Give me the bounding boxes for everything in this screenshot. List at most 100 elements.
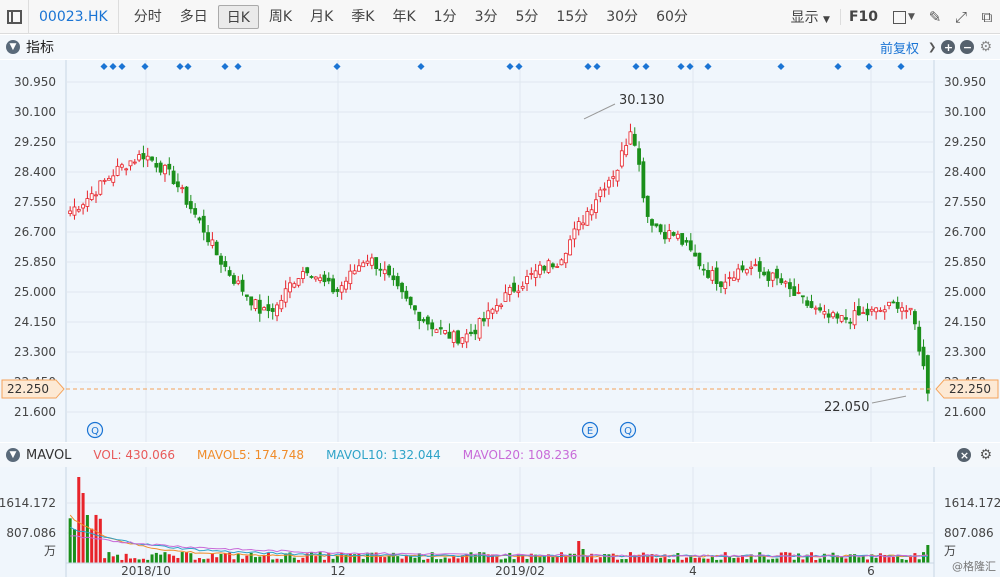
candle-body — [736, 268, 741, 280]
candle-body — [671, 232, 676, 236]
volume-bar — [861, 556, 865, 563]
candle-body — [619, 150, 624, 167]
volume-close-icon[interactable]: × — [957, 448, 972, 462]
candle-body — [150, 156, 154, 161]
candle-body — [925, 355, 930, 394]
volume-bar — [594, 559, 598, 563]
period-tab[interactable]: 30分 — [598, 5, 646, 29]
volume-bar — [771, 558, 775, 563]
volume-bar — [641, 552, 645, 563]
candle-body — [917, 326, 922, 352]
sidebar-toggle-icon[interactable] — [0, 0, 28, 34]
settings-icon[interactable]: ⚙ — [979, 39, 992, 55]
adjust-dropdown[interactable]: 前复权 — [880, 38, 919, 57]
volume-bar — [598, 557, 602, 563]
candle-body — [102, 179, 107, 182]
volume-bar — [85, 515, 89, 563]
price-tick-left: 28.400 — [14, 165, 56, 179]
candlestick-chart[interactable]: 30.950 30.950 30.100 30.100 29.250 29.250 28.4… — [0, 60, 1000, 442]
period-tab[interactable]: 日K — [217, 4, 259, 29]
candle-body — [589, 209, 594, 216]
candle-body — [365, 260, 370, 264]
remove-icon[interactable]: − — [960, 40, 975, 54]
volume-bar — [154, 552, 158, 563]
volume-bar — [331, 558, 335, 563]
period-tab[interactable]: 分时 — [126, 5, 170, 29]
period-tab[interactable]: 年K — [384, 5, 423, 29]
volume-bar — [241, 558, 245, 563]
high-price-label: 30.130 — [619, 93, 665, 108]
signal-marker — [118, 62, 126, 71]
candle-body — [727, 277, 732, 279]
candle-body — [400, 282, 404, 293]
candle-body — [119, 164, 124, 168]
stock-code[interactable]: 00023.HK — [28, 0, 119, 34]
volume-settings-icon[interactable]: ⚙ — [979, 447, 992, 463]
candle-body — [581, 222, 585, 226]
price-tick-right: 30.950 — [944, 75, 986, 89]
candle-body — [382, 269, 387, 275]
volume-bar — [896, 556, 900, 563]
volume-bar — [555, 556, 559, 563]
volume-bar — [465, 554, 469, 563]
vol-tick-right: 807.086 — [944, 526, 994, 540]
volume-collapse-icon[interactable]: ▼ — [6, 448, 20, 462]
period-tab[interactable]: 月K — [302, 5, 341, 29]
vol-tick-left: 807.086 — [6, 526, 56, 540]
volume-chart[interactable]: 1614.172 1614.172 807.086 807.086 万 万 2018/10 1… — [0, 467, 1000, 577]
price-tick-right: 27.550 — [944, 195, 986, 209]
candle-body — [141, 153, 146, 160]
volume-bar — [223, 553, 227, 563]
volume-bar — [103, 558, 107, 563]
period-tab[interactable]: 周K — [261, 5, 300, 29]
volume-bar — [124, 553, 128, 563]
signal-marker — [777, 62, 785, 71]
volume-bar — [141, 558, 145, 563]
candle-body — [456, 330, 460, 344]
period-tab[interactable]: 1分 — [426, 5, 465, 29]
volume-bar — [314, 556, 318, 563]
candle-body — [421, 319, 426, 322]
adjust-chevron-icon[interactable]: ❯ — [928, 42, 936, 53]
volume-bar — [275, 558, 279, 563]
candle-body — [844, 317, 848, 320]
add-icon[interactable]: + — [941, 40, 956, 54]
volume-bars[interactable]: 1614.172 1614.172 807.086 807.086 万 万 2018/10 1… — [0, 467, 1000, 577]
candle-body — [76, 209, 81, 212]
volume-bar — [620, 559, 624, 563]
candle-body — [115, 165, 120, 176]
popout-icon[interactable]: ⧉ — [974, 0, 1000, 34]
candle-body — [490, 308, 495, 314]
volume-bar — [116, 554, 120, 563]
display-dropdown[interactable]: 显示 ▼ — [781, 7, 840, 27]
volume-bar — [753, 559, 757, 563]
f10-button[interactable]: F10 — [839, 9, 886, 25]
fullscreen-icon[interactable]: ⤢ — [948, 0, 974, 34]
volume-bar — [245, 555, 249, 563]
square-dropdown-icon[interactable]: ▼ — [886, 0, 922, 34]
candle-body — [749, 266, 754, 269]
period-tab[interactable]: 15分 — [548, 5, 596, 29]
price-chart[interactable]: 30.950 30.950 30.100 30.100 29.250 29.250 28.4… — [0, 60, 1000, 442]
volume-bar — [383, 557, 387, 563]
candle-body — [688, 240, 693, 251]
period-tab[interactable]: 多日 — [172, 5, 216, 29]
candle-body — [477, 318, 482, 339]
price-tick-left: 30.950 — [14, 75, 56, 89]
period-tab[interactable]: 5分 — [507, 5, 546, 29]
candle-body — [158, 162, 163, 173]
pen-icon[interactable]: ✎ — [922, 0, 948, 34]
candle-body — [542, 265, 547, 271]
period-tab[interactable]: 季K — [343, 5, 382, 29]
period-tab[interactable]: 3分 — [467, 5, 506, 29]
vol-tick-right: 1614.172 — [944, 496, 1000, 510]
price-tick-right: 24.150 — [944, 315, 986, 329]
candle-body — [753, 264, 758, 267]
candle-body — [443, 330, 448, 334]
candle-body — [788, 282, 792, 290]
candle-body — [822, 311, 827, 315]
candle-body — [244, 294, 249, 297]
candle-body — [831, 312, 835, 318]
collapse-icon[interactable]: ▼ — [6, 40, 20, 54]
period-tab[interactable]: 60分 — [648, 5, 696, 29]
